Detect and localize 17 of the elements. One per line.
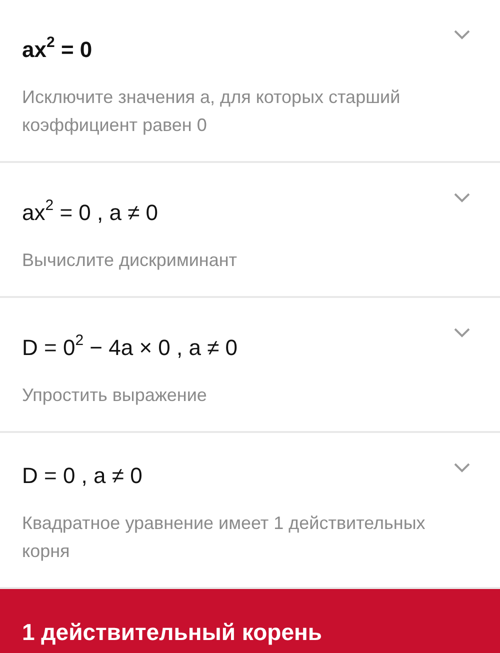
formula: ax$^{2}$ = 0 , a ≠ 0 bbox=[22, 196, 160, 227]
step-card[interactable]: ax$^{2}$ = 0 , a ≠ 0 Вычислите дискриминант bbox=[0, 163, 500, 296]
step-description: Исключите значения a, для которых старший коэффициент равен 0 bbox=[22, 86, 402, 137]
chevron-icon[interactable] bbox=[454, 328, 470, 338]
step-description: Вычислите дискриминант bbox=[22, 249, 238, 272]
step-card[interactable]: D = 0$^{2}$ − 4a × 0 , a ≠ 0 Упростить выражение bbox=[0, 298, 500, 431]
formula: ax$^{2}$ = 0 bbox=[22, 33, 94, 64]
step-description: Упростить выражение bbox=[22, 384, 208, 407]
step-description: Квадратное уравнение имеет 1 действительных корня bbox=[22, 512, 426, 563]
answer-banner: 1 действительный корень bbox=[0, 589, 500, 653]
formula: D = 0$^{2}$ − 4a × 0 , a ≠ 0 bbox=[22, 331, 239, 362]
chevron-icon[interactable] bbox=[454, 30, 470, 40]
step-card[interactable]: ax$^{2}$ = 0 Исключите значения a, для которых старший коэффициент равен 0 bbox=[0, 0, 500, 161]
step-card[interactable]: D = 0 , a ≠ 0 Квадратное уравнение имеет 1 действительных корня bbox=[0, 433, 500, 587]
chevron-icon[interactable] bbox=[454, 463, 470, 473]
formula: D = 0 , a ≠ 0 bbox=[22, 462, 144, 490]
chevron-icon[interactable] bbox=[454, 193, 470, 203]
